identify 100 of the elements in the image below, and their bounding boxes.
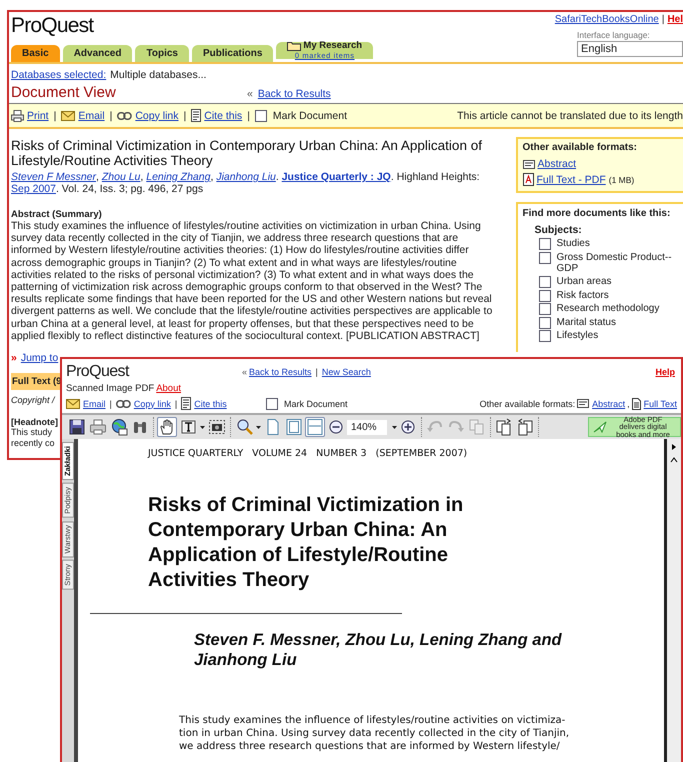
- checkbox[interactable]: [538, 252, 551, 264]
- document-icon: [181, 397, 192, 410]
- separator: |: [54, 110, 56, 122]
- checkbox[interactable]: [538, 238, 551, 250]
- separator: ,: [627, 398, 630, 408]
- logo: ProQuest: [66, 363, 130, 381]
- subject-label: Studies: [556, 238, 591, 250]
- citation: Steven F Messner, Zhou Lu, Lening Zhang, Jianhong Liu. Justice Quarterly : JQ. Highland Heights: Sep 2007. Vol. 24, Iss. 3; pg. 496, 27 pgs: [11, 171, 481, 195]
- scrollbar[interactable]: [664, 439, 681, 762]
- tab-title: My Research: [303, 41, 362, 50]
- globe-icon[interactable]: [109, 417, 129, 437]
- help-link[interactable]: Hel: [667, 14, 683, 25]
- header-link[interactable]: SafariTechBooksOnline: [554, 14, 659, 25]
- toolbar-link[interactable]: Copy link: [134, 398, 171, 408]
- save-icon[interactable]: [67, 417, 87, 437]
- panel-title: Find more documents like this:: [522, 208, 672, 219]
- chain-link-icon: [116, 400, 131, 408]
- language-label: Interface language:: [577, 30, 651, 40]
- toolbar-link[interactable]: Cite this: [204, 110, 242, 122]
- toolbar-link[interactable]: Copy link: [135, 110, 179, 122]
- caret-icon[interactable]: [392, 426, 397, 428]
- back-link[interactable]: Back to Results: [258, 88, 331, 100]
- body-text: This study examines the influence of lifestyles/routine activities on victimiza- tion in urban China. Using survey data recently collected in the city of Tianjin, we address three research questions that are informed by Western lifestyle/: [179, 714, 570, 753]
- databases-text: Multiple databases...: [110, 69, 206, 81]
- new-search-link[interactable]: New Search: [322, 367, 371, 377]
- hand-icon[interactable]: [157, 417, 177, 437]
- page-width-icon[interactable]: [305, 417, 325, 437]
- back-arrows: «: [242, 367, 248, 377]
- subject-label: Gross Domestic Product--GDP: [556, 252, 673, 274]
- separator: |: [247, 110, 250, 122]
- language-select[interactable]: English: [577, 41, 683, 57]
- copyright-text: Copyright /: [11, 395, 55, 406]
- envelope-icon: [61, 110, 76, 120]
- checkbox[interactable]: [266, 398, 278, 410]
- toolbar-link[interactable]: Cite this: [194, 398, 227, 408]
- print-icon[interactable]: [88, 417, 108, 437]
- article-title: Risks of Criminal Victimization in Contemporary Urban China: An Application of Lifestyle/Routine Activities Theory: [148, 493, 464, 593]
- author-link[interactable]: Zhou Lu: [102, 171, 140, 183]
- page-fit-icon[interactable]: [284, 417, 304, 437]
- zoom-field[interactable]: 140%: [347, 420, 387, 434]
- date-link[interactable]: Sep 2007: [11, 183, 56, 195]
- back-arrows: «: [247, 88, 253, 100]
- subtitle: Scanned Image PDF: [66, 383, 154, 394]
- panel-title: Other available formats:: [522, 142, 638, 153]
- author-link[interactable]: Steven F Messner: [11, 171, 96, 183]
- abstract-heading: Abstract (Summary): [11, 209, 103, 220]
- headnote-heading: [Headnote]: [11, 417, 58, 428]
- authors-text: Steven F. Messner, Zhou Lu, Lening Zhang and Jianhong Liu: [194, 630, 563, 670]
- document-icon: [191, 109, 202, 122]
- printer-icon: [11, 110, 24, 122]
- notice-text: This article cannot be translated due to its length: [457, 110, 683, 122]
- pdf-file-icon: [522, 173, 534, 186]
- separator: |: [174, 398, 178, 408]
- tab[interactable]: Topics: [135, 45, 189, 62]
- arrow-icon: [593, 421, 607, 433]
- separator: |: [184, 110, 186, 122]
- help-link[interactable]: Help: [655, 367, 675, 377]
- format-link[interactable]: Abstract: [538, 158, 576, 170]
- scroll-up-icon[interactable]: [668, 455, 680, 465]
- separator: |: [110, 398, 112, 408]
- jump-link[interactable]: Jump to: [20, 352, 58, 364]
- author-link[interactable]: Lening Zhang: [146, 171, 210, 183]
- author-link[interactable]: Jianhong Liu: [216, 171, 276, 183]
- checkbox[interactable]: [254, 110, 267, 122]
- subject-label: Research methodology: [556, 303, 660, 314]
- tab[interactable]: Basic: [11, 45, 60, 62]
- envelope-icon: [66, 398, 80, 408]
- separator: |: [110, 110, 112, 122]
- document-icon: [632, 398, 641, 410]
- mark-document-label: Mark Document: [284, 398, 348, 408]
- body-text: This study recently co: [11, 427, 55, 448]
- page-heading: Document View: [11, 84, 117, 101]
- toolbar-link[interactable]: Email: [83, 398, 106, 408]
- journal-header: JUSTICE QUARTERLY VOLUME 24 NUMBER 3 (SEPTEMBER 2007): [148, 448, 468, 459]
- journal-link[interactable]: Justice Quarterly : JQ: [282, 171, 391, 183]
- databases-link[interactable]: Databases selected:: [11, 69, 106, 81]
- formats-label: Other available formats:: [480, 398, 576, 408]
- checkbox[interactable]: [538, 303, 551, 315]
- subject-label: Urban areas: [556, 276, 613, 288]
- checkbox[interactable]: [538, 276, 551, 288]
- tab[interactable]: Advanced: [62, 45, 132, 62]
- mark-document-label: Mark Document: [272, 110, 348, 122]
- toolbar-link[interactable]: Print: [27, 110, 49, 122]
- subject-label: Marital status: [556, 316, 617, 328]
- checkbox[interactable]: [538, 290, 551, 302]
- format-link[interactable]: Full Text - PDF: [536, 174, 606, 186]
- tab[interactable]: Publications: [192, 45, 274, 62]
- document-icon: [577, 399, 590, 408]
- toolbar-link[interactable]: Email: [78, 110, 105, 122]
- about-link[interactable]: About: [156, 383, 182, 394]
- subjects-label: Subjects:: [534, 224, 583, 236]
- checkbox[interactable]: [538, 330, 551, 342]
- separator: |: [662, 14, 664, 25]
- snapshot-icon[interactable]: [207, 417, 227, 437]
- folder-icon: [287, 40, 302, 50]
- abstract-text: This study examines the influence of lifestyles/routine activities on victimization in urban China. Using survey data recently collected in the city of Tianjin, we address three research questions that are informed by Western lifestyle/routine activities theories: (1) How do lifestyles/routine activities differ across demographic groups in Tianjin? (2) To what extent and in what ways are lifestyles/routine activities related to the risks of personal victimization? (3) To what extent and in what ways does the patterning of victimization risk across demographic groups conform to that observed in the West? The results replicate some findings that have been reported for the US and other Western nations but reveal divergent patterns as well. We conclude that the lifestyle/routine activities perspectives are applicable to urban China at a general level, at least for property offenses, but that these perspectives need to be applied flexibly to reflect distinctive features of the sociocultural context. [PUBLICATION ABSTRACT]: [11, 220, 494, 342]
- format-link[interactable]: Abstract: [592, 398, 626, 408]
- format-link[interactable]: Full Text: [644, 398, 677, 408]
- back-link[interactable]: Back to Results: [249, 367, 312, 377]
- checkbox[interactable]: [538, 316, 551, 328]
